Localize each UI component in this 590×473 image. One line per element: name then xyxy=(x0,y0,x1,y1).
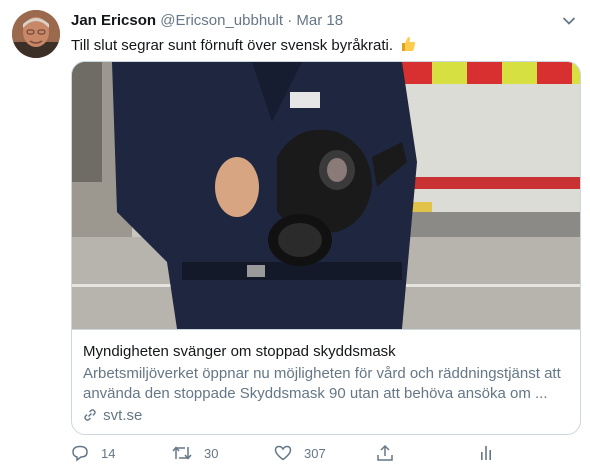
avatar[interactable] xyxy=(12,10,60,58)
separator-dot: · xyxy=(287,12,293,29)
card-description-line-2: använda den stoppade Skyddsmask 90 utan … xyxy=(83,385,548,402)
reply-button[interactable]: 14 xyxy=(71,444,115,462)
tweet-header: Jan Ericson @Ericson_ubbhult · Mar 18 xyxy=(71,12,578,32)
tweet-actions: 14 30 307 xyxy=(71,444,579,466)
tweet-date[interactable]: Mar 18 xyxy=(296,12,343,29)
link-icon xyxy=(84,409,96,421)
card-description: Arbetsmiljöverket öppnar nu möjligheten … xyxy=(83,364,573,404)
thumbs-up-icon xyxy=(402,37,416,51)
chevron-down-icon[interactable] xyxy=(560,12,578,30)
card-body: Myndigheten svänger om stoppad skyddsmas… xyxy=(72,329,580,434)
retweet-icon xyxy=(172,446,192,460)
retweet-count: 30 xyxy=(204,445,219,461)
reply-icon xyxy=(72,445,88,462)
tweet-text-content: Till slut segrar sunt förnuft över svens… xyxy=(71,37,394,54)
retweet-button[interactable]: 30 xyxy=(172,444,218,462)
author-name[interactable]: Jan Ericson xyxy=(71,12,156,29)
heart-icon xyxy=(274,445,292,461)
reply-count: 14 xyxy=(101,445,116,461)
share-button[interactable] xyxy=(376,444,406,462)
card-title[interactable]: Myndigheten svänger om stoppad skyddsmas… xyxy=(83,343,396,360)
card-description-line-1: Arbetsmiljöverket öppnar nu möjligheten … xyxy=(83,365,561,382)
analytics-icon xyxy=(481,446,491,460)
like-button[interactable]: 307 xyxy=(274,444,326,462)
author-handle[interactable]: @Ericson_ubbhult xyxy=(160,12,283,29)
analytics-button[interactable] xyxy=(477,444,507,462)
share-icon xyxy=(377,444,393,461)
tweet-text: Till slut segrar sunt förnuft över svens… xyxy=(71,35,417,54)
card-image xyxy=(72,62,580,329)
card-domain[interactable]: svt.se xyxy=(83,407,142,424)
card-domain-text: svt.se xyxy=(103,407,143,424)
link-card[interactable]: Myndigheten svänger om stoppad skyddsmas… xyxy=(71,61,581,435)
like-count: 307 xyxy=(304,445,326,461)
avatar-photo xyxy=(12,10,60,58)
